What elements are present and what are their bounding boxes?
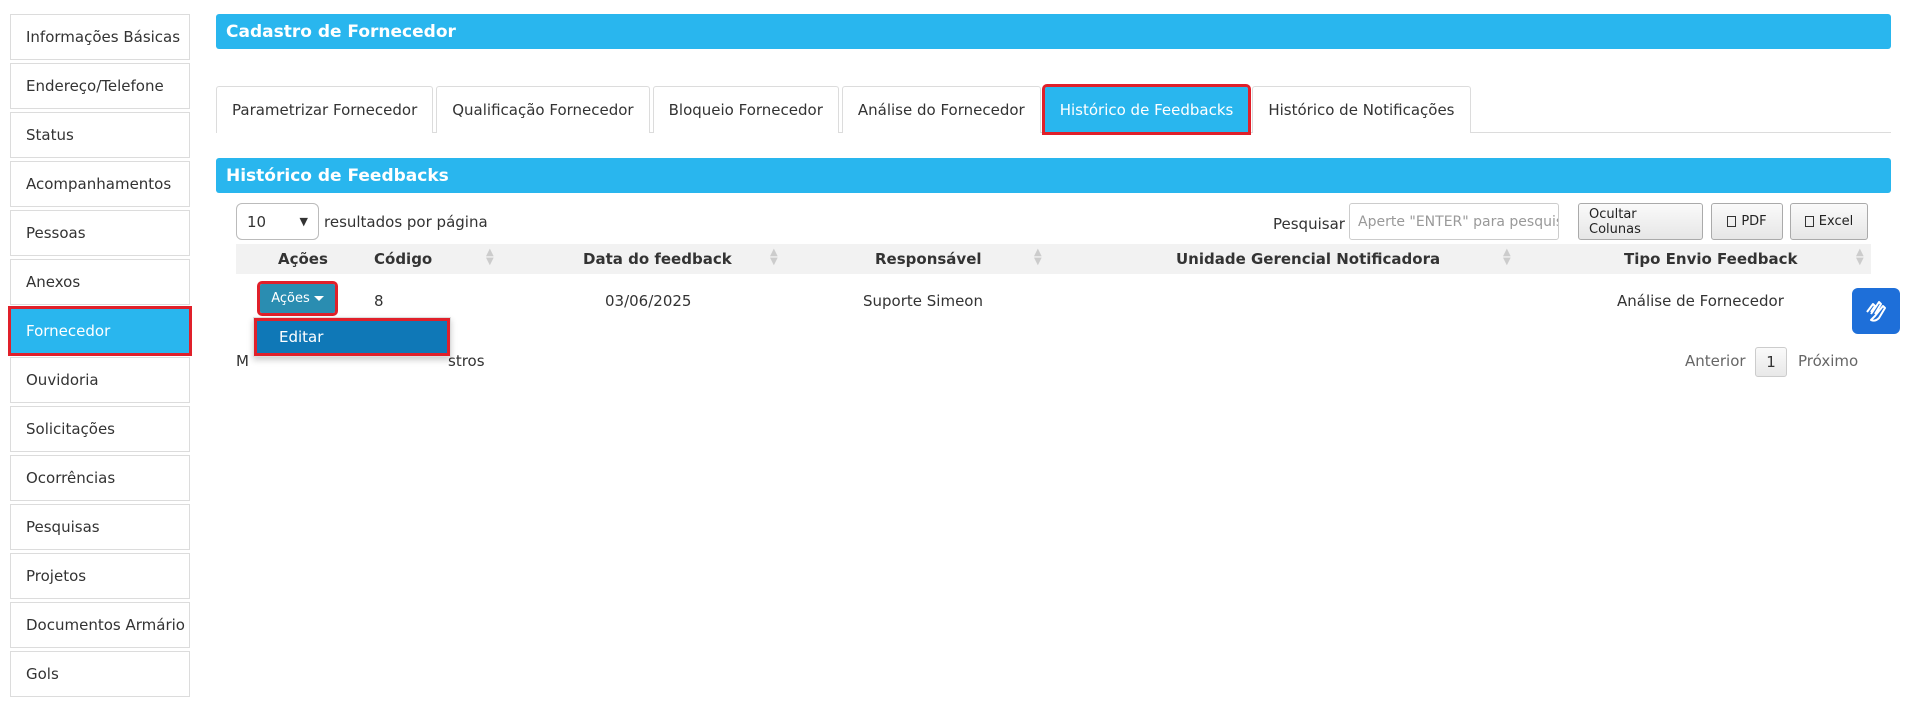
sidebar-item-pessoas[interactable]: Pessoas [10, 210, 190, 256]
column-header-data-feedback[interactable]: Data do feedback [583, 250, 732, 268]
pdf-button[interactable]: PDF [1711, 203, 1783, 240]
column-header-acoes[interactable]: Ações [278, 250, 328, 268]
sort-icon: ▲ ▼ [486, 247, 494, 267]
sidebar-item-gols[interactable]: Gols [10, 651, 190, 697]
sidebar-item-pesquisas[interactable]: Pesquisas [10, 504, 190, 550]
sort-icon: ▲ ▼ [1856, 247, 1864, 267]
table-row: Ações 8 03/06/2025 Suporte Simeon Anális… [236, 274, 1871, 357]
sidebar-item-anexos[interactable]: Anexos [10, 259, 190, 305]
column-header-unidade[interactable]: Unidade Gerencial Notificadora [1176, 250, 1440, 268]
cell-tipo-envio: Análise de Fornecedor [1617, 292, 1784, 310]
sidebar-item-status[interactable]: Status [10, 112, 190, 158]
excel-icon [1804, 216, 1814, 227]
sidebar-item-documentos-armario[interactable]: Documentos Armário [10, 602, 190, 648]
sidebar-item-projetos[interactable]: Projetos [10, 553, 190, 599]
sort-icon: ▲ ▼ [770, 247, 778, 267]
tab-bar: Parametrizar Fornecedor Qualificação For… [216, 84, 1891, 135]
tab-qualificacao-fornecedor[interactable]: Qualificação Fornecedor [436, 86, 650, 133]
sort-icon: ▲ ▼ [1034, 247, 1042, 267]
acoes-dropdown-button[interactable]: Ações [257, 281, 338, 316]
column-header-codigo[interactable]: Código [374, 250, 432, 268]
tab-parametrizar-fornecedor[interactable]: Parametrizar Fornecedor [216, 86, 434, 133]
column-header-responsavel[interactable]: Responsável [875, 250, 982, 268]
sidebar-item-fornecedor[interactable]: Fornecedor [8, 306, 192, 356]
pagination-next[interactable]: Próximo [1798, 352, 1858, 370]
sign-language-icon [1866, 301, 1886, 322]
table-header: Ações Código ▲ ▼ Data do feedback ▲ ▼ Resp… [236, 244, 1871, 274]
tab-historico-notificacoes[interactable]: Histórico de Notificações [1252, 86, 1471, 133]
tab-bloqueio-fornecedor[interactable]: Bloqueio Fornecedor [652, 86, 839, 133]
page-title: Cadastro de Fornecedor [216, 14, 1891, 49]
editar-menu-item[interactable]: Editar [254, 318, 450, 356]
table-info-prefix: M [236, 352, 249, 370]
pdf-button-label: PDF [1741, 214, 1767, 229]
page-length-label: resultados por página [324, 213, 488, 231]
sidebar-item-ouvidoria[interactable]: Ouvidoria [10, 357, 190, 403]
sidebar-item-acompanhamentos[interactable]: Acompanhamentos [10, 161, 190, 207]
sidebar-item-solicitacoes[interactable]: Solicitações [10, 406, 190, 452]
acoes-button-label: Ações [271, 291, 310, 306]
cell-data-feedback: 03/06/2025 [605, 292, 692, 310]
sidebar: Informações Básicas Endereço/Telefone St… [8, 14, 192, 700]
acoes-dropdown-menu: Editar [253, 317, 451, 357]
excel-button-label: Excel [1818, 214, 1854, 229]
sidebar-item-endereco-telefone[interactable]: Endereço/Telefone [10, 63, 190, 109]
sidebar-item-informacoes-basicas[interactable]: Informações Básicas [10, 14, 190, 60]
search-input[interactable]: Aperte "ENTER" para pesquisar [1349, 203, 1559, 240]
pdf-icon [1727, 216, 1737, 227]
table-info-suffix: stros [448, 352, 485, 370]
section-title: Histórico de Feedbacks [216, 158, 1891, 193]
sort-icon: ▲ ▼ [1503, 247, 1511, 267]
tab-historico-feedbacks[interactable]: Histórico de Feedbacks [1041, 84, 1252, 135]
hide-columns-button[interactable]: Ocultar Colunas [1578, 203, 1703, 240]
tab-analise-fornecedor[interactable]: Análise do Fornecedor [841, 86, 1041, 133]
page-length-value: 10 [247, 212, 267, 231]
excel-button[interactable]: Excel [1790, 203, 1868, 240]
cell-responsavel: Suporte Simeon [863, 292, 983, 310]
column-header-tipo-envio[interactable]: Tipo Envio Feedback [1624, 250, 1797, 268]
search-label: Pesquisar [1273, 215, 1345, 233]
pagination-previous[interactable]: Anterior [1685, 352, 1746, 370]
feedback-table: Ações Código ▲ ▼ Data do feedback ▲ ▼ Resp… [236, 244, 1871, 357]
main-content: Cadastro de Fornecedor Parametrizar Forn… [216, 14, 1891, 253]
pagination-page[interactable]: 1 [1755, 347, 1787, 377]
chevron-down-icon: ▼ [299, 215, 308, 228]
caret-down-icon [313, 296, 324, 301]
cell-codigo: 8 [374, 292, 384, 310]
sidebar-item-ocorrencias[interactable]: Ocorrências [10, 455, 190, 501]
page-length-select[interactable]: 10 ▼ [236, 203, 319, 240]
accessibility-button[interactable] [1852, 288, 1900, 334]
